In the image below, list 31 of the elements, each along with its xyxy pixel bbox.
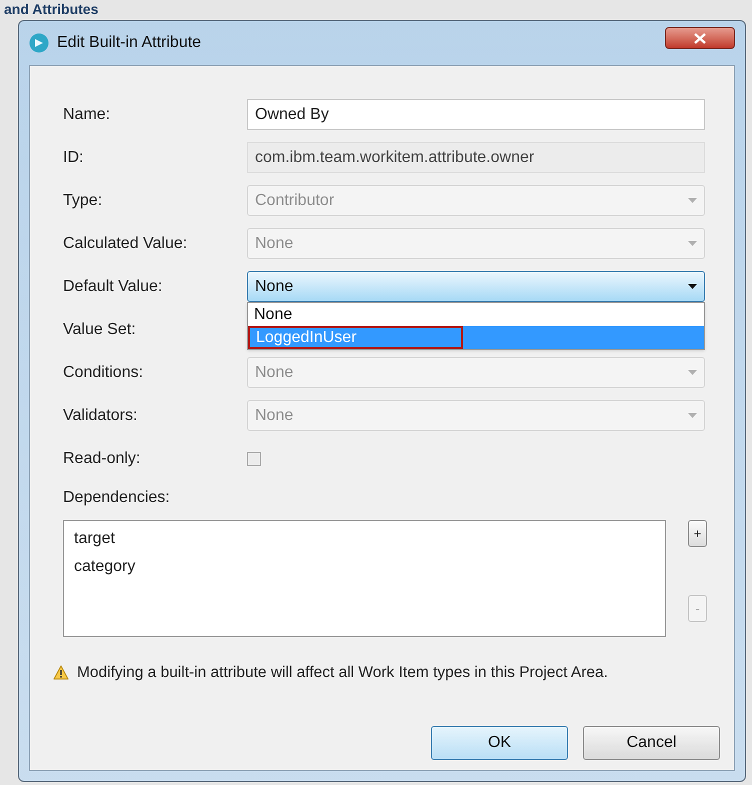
dropdown-arrow-icon (688, 413, 697, 418)
field-label: Conditions: (63, 362, 144, 382)
list-item[interactable]: category (74, 555, 655, 579)
warning-icon (53, 665, 69, 680)
close-button[interactable] (665, 27, 735, 49)
name-field[interactable]: Owned By (247, 99, 705, 130)
id-field: com.ibm.team.workitem.attribute.owner (247, 142, 705, 173)
warning-message: Modifying a built-in attribute will affect all Work Item types in this Project Area. (77, 663, 608, 683)
dropdown-arrow-icon (688, 241, 697, 246)
dialog-button[interactable]: Cancel (583, 726, 720, 760)
dropdown-arrow-icon (688, 198, 697, 203)
field-label: Value Set: (63, 320, 137, 340)
add-button[interactable]: + (688, 520, 707, 547)
field-label: ID: (63, 148, 84, 168)
field-label: Calculated Value: (63, 234, 188, 254)
field-label: Default Value: (63, 276, 164, 296)
close-icon (694, 32, 706, 44)
dropdown-option[interactable]: None (248, 303, 704, 326)
dependencies-label: Dependencies: (63, 488, 171, 508)
field-label: Name: (63, 104, 112, 124)
app-icon (29, 33, 49, 53)
field-label: Validators: (63, 406, 138, 426)
dropdown-arrow-icon (688, 284, 697, 289)
window-title: Edit Built-in Attribute (57, 33, 202, 53)
dialog-button[interactable]: OK (431, 726, 568, 760)
field-label: Read-only: (63, 448, 142, 468)
background-heading: and Attributes (4, 1, 98, 17)
list-item[interactable]: target (74, 527, 655, 551)
field-label: Type: (63, 190, 104, 210)
dropdown[interactable]: None (247, 271, 705, 302)
dropdown-arrow-icon (688, 370, 697, 375)
